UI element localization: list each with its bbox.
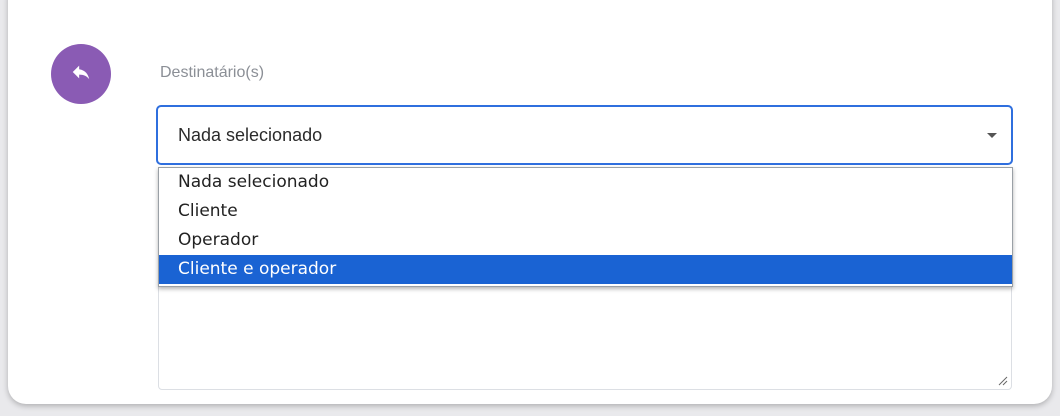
- option-cliente-e-operador[interactable]: Cliente e operador: [159, 255, 1012, 284]
- resize-grip-icon[interactable]: [996, 374, 1008, 386]
- option-nada-selecionado[interactable]: Nada selecionado: [159, 168, 1012, 197]
- option-operador[interactable]: Operador: [159, 226, 1012, 255]
- recipients-select[interactable]: Nada selecionado: [156, 105, 1013, 165]
- recipients-dropdown: Nada selecionado Cliente Operador Client…: [158, 167, 1013, 287]
- reply-button[interactable]: [51, 44, 111, 104]
- recipients-label: Destinatário(s): [160, 64, 265, 81]
- caret-down-icon: [987, 133, 997, 138]
- reply-arrow-icon: [70, 61, 92, 88]
- option-cliente[interactable]: Cliente: [159, 197, 1012, 226]
- select-value: Nada selecionado: [178, 124, 323, 145]
